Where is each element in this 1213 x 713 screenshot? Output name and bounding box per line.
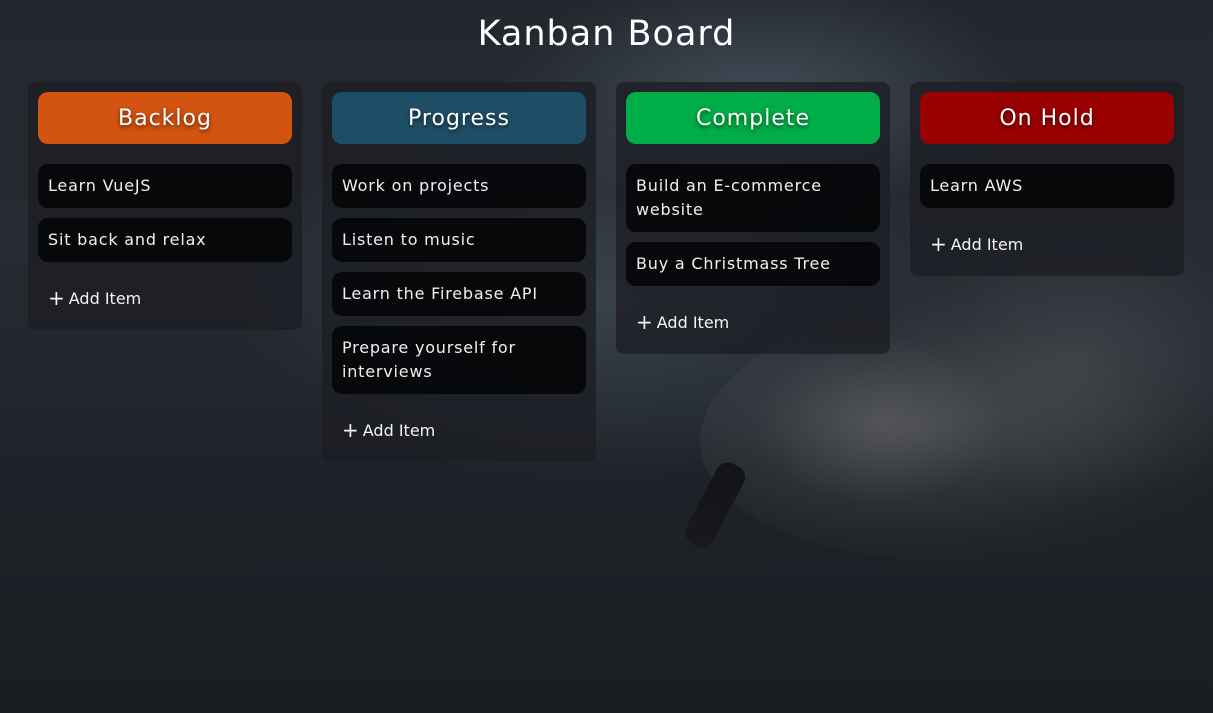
column-items-backlog: Learn VueJS Sit back and relax bbox=[38, 164, 292, 262]
column-progress: Progress Work on projects Listen to musi… bbox=[322, 82, 596, 462]
add-item-label: Add Item bbox=[950, 234, 1024, 254]
column-header-progress: Progress bbox=[332, 92, 586, 144]
card[interactable]: Prepare yourself for interviews bbox=[332, 326, 586, 394]
add-item-button-on-hold[interactable]: + Add Item bbox=[920, 228, 1174, 260]
column-backlog: Backlog Learn VueJS Sit back and relax +… bbox=[28, 82, 302, 330]
add-item-button-progress[interactable]: + Add Item bbox=[332, 414, 586, 446]
column-header-on-hold: On Hold bbox=[920, 92, 1174, 144]
column-items-complete: Build an E-commerce website Buy a Christ… bbox=[626, 164, 880, 286]
add-item-button-complete[interactable]: + Add Item bbox=[626, 306, 880, 338]
plus-icon: + bbox=[636, 310, 653, 334]
kanban-board: Backlog Learn VueJS Sit back and relax +… bbox=[28, 82, 1184, 462]
add-item-button-backlog[interactable]: + Add Item bbox=[38, 282, 292, 314]
card[interactable]: Sit back and relax bbox=[38, 218, 292, 262]
column-header-complete: Complete bbox=[626, 92, 880, 144]
column-header-backlog: Backlog bbox=[38, 92, 292, 144]
card[interactable]: Work on projects bbox=[332, 164, 586, 208]
add-item-label: Add Item bbox=[656, 312, 730, 332]
column-items-progress: Work on projects Listen to music Learn t… bbox=[332, 164, 586, 394]
card[interactable]: Build an E-commerce website bbox=[626, 164, 880, 232]
card[interactable]: Learn the Firebase API bbox=[332, 272, 586, 316]
card[interactable]: Learn VueJS bbox=[38, 164, 292, 208]
plus-icon: + bbox=[930, 232, 947, 256]
add-item-label: Add Item bbox=[68, 288, 142, 308]
column-items-on-hold: Learn AWS bbox=[920, 164, 1174, 208]
add-item-label: Add Item bbox=[362, 420, 436, 440]
column-on-hold: On Hold Learn AWS + Add Item bbox=[910, 82, 1184, 276]
plus-icon: + bbox=[342, 418, 359, 442]
plus-icon: + bbox=[48, 286, 65, 310]
card[interactable]: Listen to music bbox=[332, 218, 586, 262]
card[interactable]: Learn AWS bbox=[920, 164, 1174, 208]
card[interactable]: Buy a Christmass Tree bbox=[626, 242, 880, 286]
page-title: Kanban Board bbox=[477, 14, 736, 54]
column-complete: Complete Build an E-commerce website Buy… bbox=[616, 82, 890, 354]
